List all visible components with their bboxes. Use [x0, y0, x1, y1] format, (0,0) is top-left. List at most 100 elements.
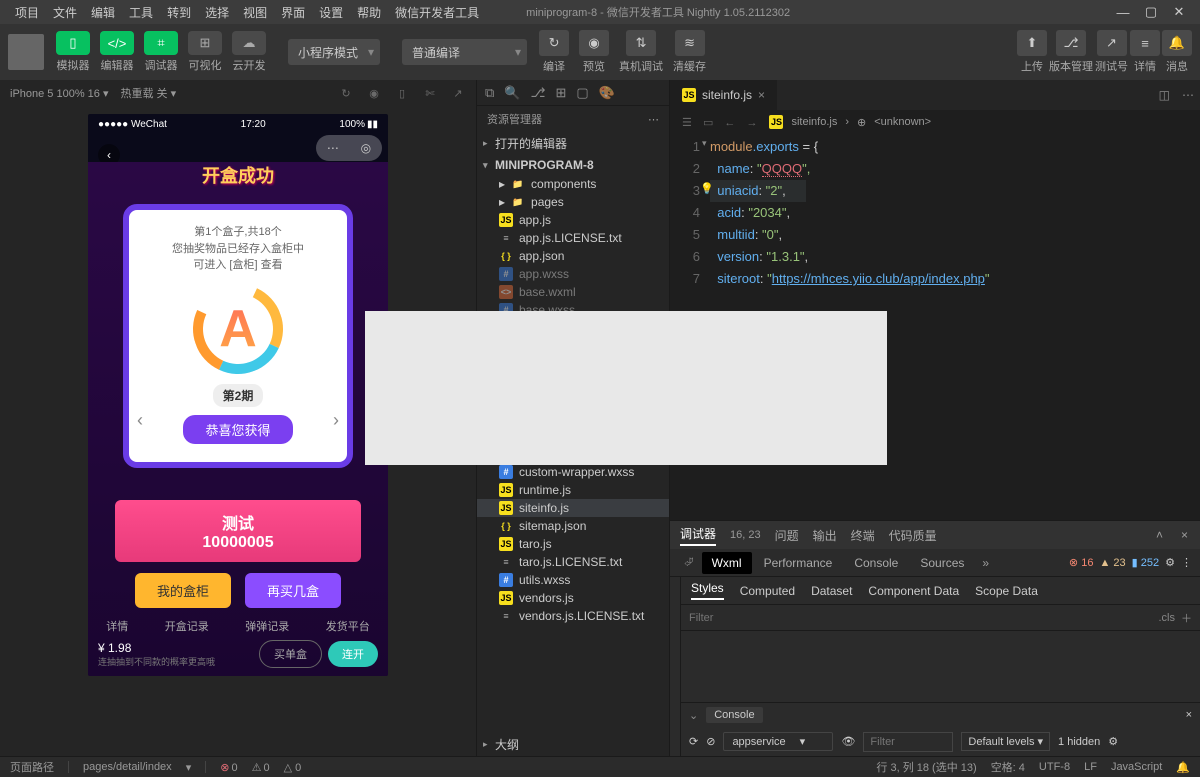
dt-tab-output[interactable]: 输出 [813, 527, 837, 544]
close-tab-icon[interactable]: × [758, 88, 765, 102]
clear-cache-button[interactable]: ≋清缓存 [669, 30, 710, 74]
refresh-icon[interactable]: ↻ [338, 85, 354, 101]
subtab-sources[interactable]: Sources [910, 552, 974, 574]
stop-icon[interactable]: ⊘ [706, 735, 715, 748]
compile-select[interactable]: 普通编译 [402, 39, 527, 65]
menu-item[interactable]: 选择 [198, 6, 236, 20]
folder-icon[interactable]: ▢ [576, 85, 588, 101]
compdata-tab[interactable]: Component Data [868, 584, 959, 598]
file-item[interactable]: #utils.wxss [477, 571, 669, 589]
close-drawer-icon[interactable]: × [1186, 709, 1192, 721]
eye-icon[interactable]: 👁 [841, 735, 855, 748]
add-rule-icon[interactable]: ＋ [1181, 610, 1192, 626]
next-arrow-icon[interactable]: › [333, 410, 339, 431]
debugger-toggle[interactable]: ⌗调试器 [140, 31, 182, 73]
menu-item[interactable]: 视图 [236, 6, 274, 20]
buy-more-button[interactable]: 再买几盒 [245, 573, 341, 608]
open-multi-button[interactable]: 连开 [328, 641, 378, 667]
message-button[interactable]: 🔔消息 [1162, 30, 1192, 74]
gear-icon[interactable]: ⚙ [1165, 556, 1175, 569]
dt-tab-problems[interactable]: 问题 [775, 527, 799, 544]
file-item[interactable]: JStaro.js [477, 535, 669, 553]
upload-button[interactable]: ⬆上传 [1017, 30, 1047, 74]
split-icon[interactable]: ◫ [1153, 88, 1176, 102]
ext-icon[interactable]: ⊞ [555, 85, 566, 101]
menu-item[interactable]: 界面 [274, 6, 312, 20]
open-editors-section[interactable]: ▸打开的编辑器 [477, 132, 669, 155]
prev-arrow-icon[interactable]: ‹ [137, 410, 143, 431]
computed-tab[interactable]: Computed [740, 584, 795, 598]
subtab-wxml[interactable]: Wxml [702, 552, 752, 574]
file-item[interactable]: ≡taro.js.LICENSE.txt [477, 553, 669, 571]
record-icon[interactable]: ◉ [366, 85, 382, 101]
folder-item[interactable]: ▸📁pages [477, 193, 669, 211]
avatar[interactable] [8, 34, 44, 70]
file-item[interactable]: { }sitemap.json [477, 517, 669, 535]
search-icon[interactable]: 🔍 [504, 85, 520, 101]
phone-tabs[interactable]: 详情开盒记录弹弹记录发货平台 [88, 618, 388, 634]
context-select[interactable]: appservice▾ [723, 732, 833, 751]
phone-tab[interactable]: 发货平台 [326, 618, 370, 634]
gear-icon[interactable]: ⚙ [1108, 735, 1118, 748]
spaces[interactable]: 空格: 4 [991, 759, 1025, 775]
error-count[interactable]: 0 [220, 761, 237, 774]
back-icon[interactable]: ← [720, 117, 739, 129]
subtab-perf[interactable]: Performance [754, 552, 843, 574]
menu-item[interactable]: 转到 [160, 6, 198, 20]
elements-tree[interactable] [670, 577, 680, 756]
my-box-button[interactable]: 我的盒柜 [135, 573, 231, 608]
list-icon[interactable]: ☰ [678, 117, 696, 129]
styles-filter-input[interactable] [689, 612, 1153, 624]
encoding[interactable]: UTF-8 [1039, 761, 1070, 773]
cls-toggle[interactable]: .cls [1153, 612, 1182, 624]
bookmark-icon[interactable]: ▭ [699, 117, 717, 129]
project-section[interactable]: ▾MINIPROGRAM-8 [477, 155, 669, 175]
popup-icon[interactable]: ↗ [450, 85, 466, 101]
file-item[interactable]: { }app.json [477, 247, 669, 265]
eol[interactable]: LF [1084, 761, 1097, 773]
minimize-button[interactable]: — [1116, 5, 1130, 19]
menu-item[interactable]: 微信开发者工具 [388, 6, 486, 20]
phone-preview[interactable]: ●●●●● WeChat 17:20 100% ▮▮ ‹ ⋯◎ 开盒成功 第1个… [88, 114, 388, 676]
console-filter-input[interactable] [863, 732, 953, 752]
overflow-icon[interactable]: » [976, 556, 995, 570]
dt-tab-quality[interactable]: 代码质量 [889, 527, 937, 544]
files-icon[interactable]: ⧉ [485, 85, 494, 101]
phone-tab[interactable]: 弹弹记录 [245, 618, 289, 634]
version-button[interactable]: ⎇版本管理 [1049, 30, 1093, 74]
git-icon[interactable]: ⎇ [530, 85, 545, 101]
phone-tab[interactable]: 开盒记录 [165, 618, 209, 634]
outline-section[interactable]: ▸大纲 [477, 733, 669, 756]
close-button[interactable]: ✕ [1172, 5, 1186, 19]
info-count[interactable]: △ 0 [284, 761, 302, 774]
folder-item[interactable]: ▸📁components [477, 175, 669, 193]
menu-item[interactable]: 帮助 [350, 6, 388, 20]
menu-item[interactable]: 工具 [122, 6, 160, 20]
lightbulb-icon[interactable]: 💡 [700, 182, 714, 195]
levels-select[interactable]: Default levels ▾ [961, 732, 1050, 751]
menu-item[interactable]: 设置 [312, 6, 350, 20]
palette-icon[interactable]: 🎨 [599, 85, 615, 101]
more-icon[interactable]: ⋯ [1176, 88, 1200, 102]
file-item[interactable]: JSvendors.js [477, 589, 669, 607]
cursor-pos[interactable]: 行 3, 列 18 (选中 13) [876, 759, 976, 775]
file-item[interactable]: #app.wxss [477, 265, 669, 283]
clear-console-icon[interactable]: ⟳ [689, 735, 698, 748]
file-item[interactable]: JSruntime.js [477, 481, 669, 499]
preview-button[interactable]: ◉预览 [575, 30, 613, 74]
bell-icon[interactable]: 🔔 [1176, 761, 1190, 774]
capsule-menu[interactable]: ⋯◎ [316, 135, 382, 161]
file-item[interactable]: #custom-wrapper.wxss [477, 463, 669, 481]
editor-toggle[interactable]: </>编辑器 [96, 31, 138, 73]
warn-count[interactable]: 0 [252, 761, 270, 774]
cloud-toggle[interactable]: ☁云开发 [228, 31, 270, 73]
maximize-button[interactable]: ▢ [1144, 5, 1158, 19]
dt-tab-terminal[interactable]: 终端 [851, 527, 875, 544]
path-value[interactable]: pages/detail/index [83, 761, 172, 773]
cut-icon[interactable]: ✄ [422, 85, 438, 101]
details-button[interactable]: ≡详情 [1130, 30, 1160, 74]
buy-single-button[interactable]: 买单盒 [259, 640, 322, 668]
subtab-console[interactable]: Console [844, 552, 908, 574]
inspect-icon[interactable]: ⮰ [678, 555, 700, 570]
file-item[interactable]: <>base.wxml [477, 283, 669, 301]
